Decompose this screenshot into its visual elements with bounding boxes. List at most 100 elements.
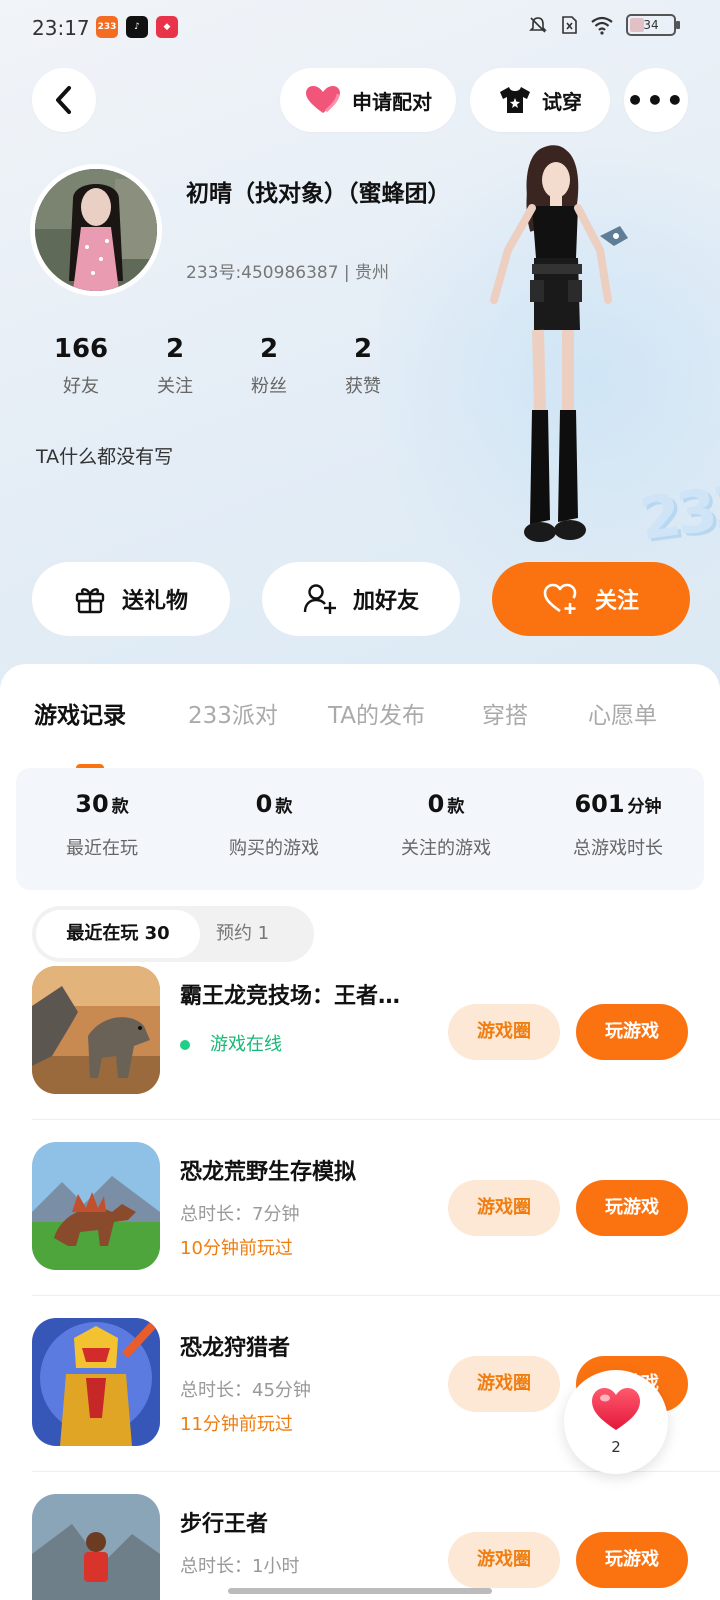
online-dot-icon [180,1040,190,1050]
summary-total-time-label: 总游戏时长 [573,838,663,859]
tiktok-icon: ♪ [126,16,148,38]
summary-recent-value: 30 [75,790,109,818]
status-right: 34 [528,14,680,36]
summary-recent-label: 最近在玩 [66,838,138,859]
game-title: 恐龙荒野生存模拟 [180,1160,357,1185]
status-time: 23:17 [32,16,90,40]
request-pair-button[interactable]: 申请配对 [280,68,456,132]
more-dots-icon: ••• [626,83,686,117]
game-last-played: 10分钟前玩过 [180,1238,293,1259]
game-playtime: 总时长：1小时 [180,1556,300,1577]
summary-followed-value: 0 [427,790,445,818]
back-button[interactable] [32,68,96,132]
game-summary: 30 款 最近在玩 0款 购买的游戏 0款 关注的游戏 601 分钟 总游戏时长 [16,768,704,890]
like-count: 2 [611,1438,621,1456]
app-233-icon: 233 [96,16,118,38]
summary-total-time-value: 601 [574,790,625,818]
summary-followed-unit: 款 [447,797,465,817]
summary-purchased-value: 0 [255,790,273,818]
stat-following[interactable]: 2 关注 [128,334,222,398]
tab-233-party[interactable]: 233派对 [188,696,278,730]
list-item[interactable]: 步行王者 总时长：1小时 游戏圈 玩游戏 [32,1472,720,1600]
game-circle-button[interactable]: 游戏圈 [448,1532,560,1588]
game-thumbnail-trex-arena[interactable] [32,966,160,1094]
sim-off-icon [562,16,577,34]
follow-label: 关注 [594,589,639,614]
game-center-icon: ◆ [156,16,178,38]
summary-followed-label: 关注的游戏 [401,838,491,859]
avatar[interactable] [30,164,162,296]
stat-fans[interactable]: 2 粉丝 [222,334,316,398]
stat-likes[interactable]: 2 获赞 [316,334,410,398]
summary-purchased[interactable]: 0款 购买的游戏 [188,768,360,890]
summary-total-time[interactable]: 601 分钟 总游戏时长 [532,768,704,890]
add-friend-button[interactable]: 加好友 [262,562,460,636]
home-indicator[interactable] [228,1588,492,1594]
stat-likes-label: 获赞 [345,376,381,397]
follow-button[interactable]: 关注 [492,562,690,636]
game-playtime: 总时长：7分钟 [180,1204,300,1225]
red-heart-icon [592,1388,640,1430]
more-options-button[interactable]: ••• [624,68,688,132]
stat-fans-count: 2 [259,334,279,364]
battery-indicator: 34 [626,14,680,36]
wifi-icon [591,16,613,35]
pink-heart-icon [306,86,340,113]
game-online-label: 游戏在线 [210,1034,282,1055]
heart-plus-icon [543,583,577,614]
chevron-left-icon [56,86,71,114]
mute-icon [529,17,547,33]
stat-following-label: 关注 [157,376,193,397]
status-bar: 23:17 233 ♪ ◆ 34 [0,0,720,56]
game-last-played: 11分钟前玩过 [180,1414,293,1435]
game-online-status: 游戏在线 [180,1030,282,1056]
user-id-location[interactable]: 233号:450986387 | 贵州 [186,258,389,283]
tab-outfits[interactable]: 穿搭 [482,696,528,730]
stat-friends[interactable]: 166 好友 [34,334,128,398]
game-thumbnail-dino-survival[interactable] [32,1142,160,1270]
play-game-button[interactable]: 玩游戏 [576,1532,688,1588]
user-bio: TA什么都没有写 [36,446,174,468]
summary-recent[interactable]: 30 款 最近在玩 [16,768,188,890]
game-circle-button[interactable]: 游戏圈 [448,1004,560,1060]
tab-wishlist[interactable]: 心愿单 [588,696,657,730]
summary-purchased-unit: 款 [275,797,293,817]
game-title: 恐龙狩猎者 [180,1336,291,1361]
send-gift-button[interactable]: 送礼物 [32,562,230,636]
game-title: 霸王龙竞技场：王者… [180,984,401,1009]
play-game-button[interactable]: 玩游戏 [576,1004,688,1060]
stat-following-count: 2 [165,334,185,364]
game-thumbnail-dino-hunter[interactable] [32,1318,160,1446]
stat-friends-count: 166 [53,334,109,364]
list-item[interactable]: 恐龙荒野生存模拟 总时长：7分钟 10分钟前玩过 游戏圈 玩游戏 [32,1120,720,1296]
tab-game-records[interactable]: 游戏记录 [34,696,126,730]
tab-posts[interactable]: TA的发布 [328,696,425,730]
summary-recent-unit: 款 [111,797,129,817]
stat-friends-label: 好友 [63,376,99,397]
tshirt-icon [500,87,530,113]
summary-purchased-label: 购买的游戏 [229,838,319,859]
game-circle-button[interactable]: 游戏圈 [448,1180,560,1236]
game-playtime: 总时长：45分钟 [180,1380,311,1401]
list-item[interactable]: 霸王龙竞技场：王者… 游戏在线 游戏圈 玩游戏 [32,944,720,1120]
game-thumbnail-walking-king[interactable] [32,1494,160,1600]
profile-stats: 166 好友 2 关注 2 粉丝 2 获赞 [34,334,410,398]
game-circle-button[interactable]: 游戏圈 [448,1356,560,1412]
play-game-button[interactable]: 玩游戏 [576,1180,688,1236]
try-on-button[interactable]: 试穿 [470,68,610,132]
summary-total-time-unit: 分钟 [627,797,662,817]
user-nickname: 初晴（找对象）（蜜蜂团） [186,181,451,207]
floating-like-button[interactable]: 2 [564,1370,668,1474]
summary-followed[interactable]: 0款 关注的游戏 [360,768,532,890]
add-friend-label: 加好友 [352,589,419,614]
gift-icon [75,588,105,614]
game-title: 步行王者 [180,1512,269,1537]
request-pair-label: 申请配对 [352,89,432,114]
avatar-character[interactable] [480,140,650,550]
try-on-label: 试穿 [542,89,582,114]
stat-likes-count: 2 [353,334,373,364]
profile-tabs: 游戏记录 233派对 TA的发布 穿搭 心愿单 [0,686,720,772]
add-user-icon [303,584,336,614]
send-gift-label: 送礼物 [121,589,188,614]
stat-fans-label: 粉丝 [251,376,287,397]
